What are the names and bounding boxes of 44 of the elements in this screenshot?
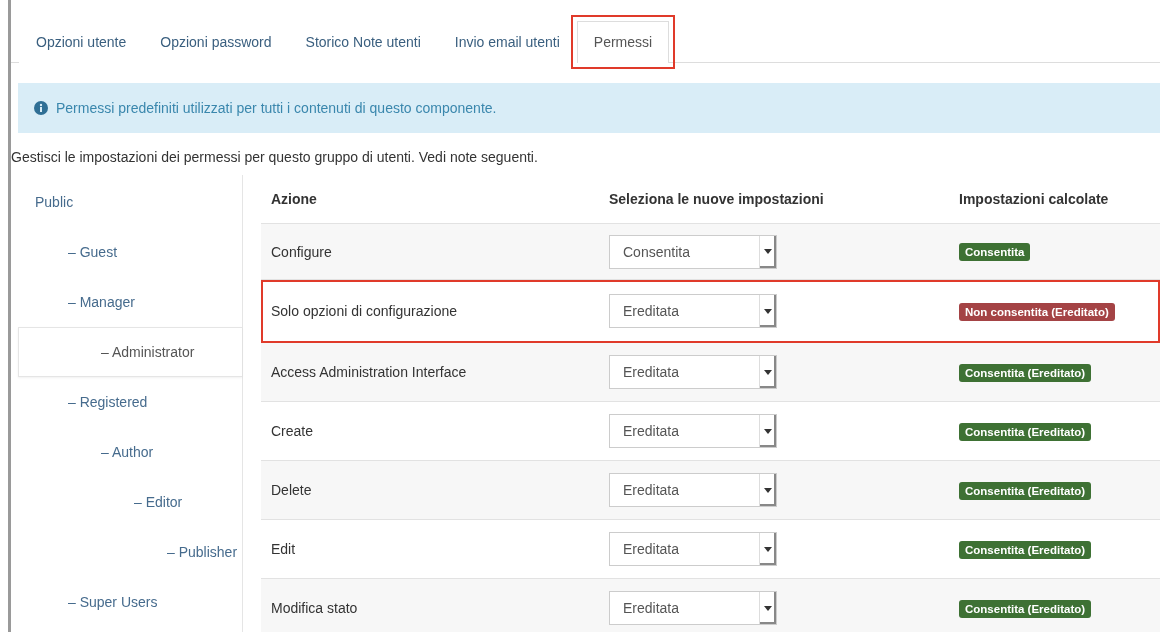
column-header: Seleziona le nuove impostazioni: [608, 191, 825, 207]
group-item[interactable]: – Administrator: [18, 327, 242, 377]
status-badge: Consentita (Ereditato): [959, 599, 1092, 618]
action-label: Modifica stato: [270, 600, 359, 616]
group-item[interactable]: – Manager: [18, 277, 242, 327]
action-label: Edit: [270, 541, 297, 557]
setting-select[interactable]: Ereditata: [609, 414, 777, 448]
column-header: Impostazioni calcolate: [958, 191, 1110, 207]
group-item[interactable]: Public: [18, 177, 242, 227]
group-item[interactable]: – Guest: [18, 227, 242, 277]
status-badge: Non consentita (Ereditato): [959, 302, 1115, 321]
setting-select[interactable]: Ereditata: [609, 473, 777, 507]
setting-select[interactable]: Ereditata: [609, 532, 777, 566]
description-text: Gestisci le impostazioni dei permessi per questo gruppo di utenti. Vedi note seguenti.: [11, 149, 539, 165]
caret-icon: [764, 369, 772, 375]
group-item[interactable]: – Registered: [18, 377, 242, 427]
status-badge: Consentita: [959, 243, 1031, 261]
status-badge: Consentita (Ereditato): [959, 422, 1092, 441]
status-badge: Consentita (Ereditato): [959, 540, 1092, 559]
status-badge: Consentita (Ereditato): [959, 481, 1092, 500]
caret-icon: [764, 308, 772, 314]
info-icon: [34, 101, 48, 115]
action-label: Delete: [270, 482, 313, 498]
tab[interactable]: Invio email utenti: [437, 21, 577, 63]
caret-icon: [764, 249, 772, 254]
group-item[interactable]: – Author: [18, 427, 242, 477]
status-badge: Consentita (Ereditato): [959, 363, 1092, 382]
action-label: Access Administration Interface: [270, 364, 468, 380]
caret-icon: [764, 487, 772, 493]
action-label: Solo opzioni di configurazione: [270, 303, 458, 319]
caret-icon: [764, 605, 772, 611]
caret-icon: [764, 428, 772, 434]
column-header: Azione: [270, 191, 318, 207]
setting-select[interactable]: Ereditata: [609, 294, 777, 328]
group-item[interactable]: – Super Users: [18, 577, 242, 627]
setting-select[interactable]: Consentita: [609, 234, 777, 269]
group-item[interactable]: – Publisher: [18, 527, 242, 577]
info-text: Permessi predefiniti utilizzati per tutti i contenuti di questo componente.: [56, 100, 497, 116]
setting-select[interactable]: Ereditata: [609, 355, 777, 389]
action-label: Create: [270, 423, 315, 439]
caret-icon: [764, 546, 772, 552]
action-label: Configure: [270, 243, 333, 260]
group-item[interactable]: – Editor: [18, 477, 242, 527]
setting-select[interactable]: Ereditata: [609, 591, 777, 625]
